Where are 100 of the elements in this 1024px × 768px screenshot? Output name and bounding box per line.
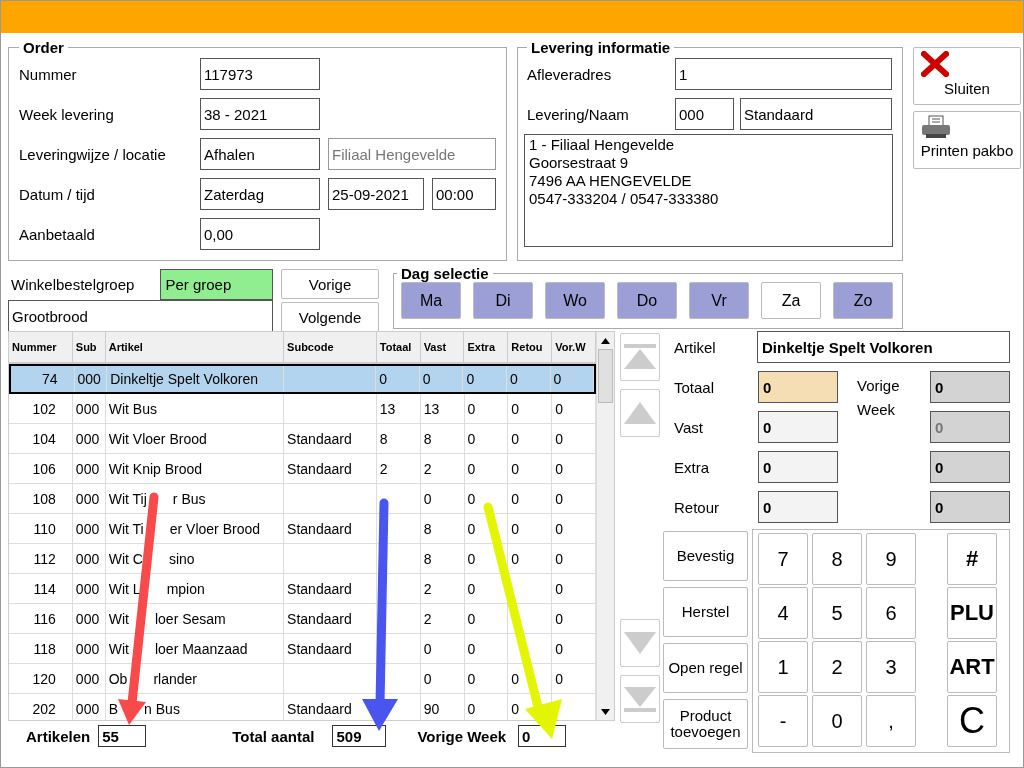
keypad-key[interactable]: PLU	[947, 587, 997, 639]
table-cell: 8	[420, 514, 465, 543]
day-toggle[interactable]: Ma	[401, 282, 461, 319]
keypad-key[interactable]: 0	[812, 695, 862, 747]
input-field[interactable]: 38 - 2021	[200, 98, 320, 130]
table-cell: 110	[9, 514, 73, 543]
input-field[interactable]: Standaard	[740, 98, 892, 130]
quantity-field[interactable]: 0	[758, 411, 838, 443]
input-field[interactable]: Zaterdag	[200, 178, 320, 210]
table-cell: Standaard	[284, 634, 377, 663]
keypad-key[interactable]: 5	[812, 587, 862, 639]
previous-week-field: 0	[930, 491, 1010, 523]
keypad-key[interactable]: 1	[758, 641, 808, 693]
field-label: Vast	[673, 418, 704, 436]
table-cell: Wit Vloer Brood	[105, 424, 285, 453]
input-field[interactable]: 25-09-2021	[328, 178, 424, 210]
input-field[interactable]: 0,00	[200, 218, 320, 250]
table-cell: 118	[9, 634, 73, 663]
table-cell: Standaard	[284, 514, 377, 543]
close-button[interactable]: Sluiten	[913, 47, 1021, 105]
table-row[interactable]: 74 000 Dinkeltje Spelt Volkoren 0 0 0 0 0	[9, 364, 597, 394]
input-field[interactable]: Afhalen	[200, 138, 320, 170]
column-header[interactable]: Sub	[72, 332, 106, 362]
table-cell: Standaard	[284, 454, 377, 483]
column-header[interactable]: Artikel	[105, 332, 285, 362]
day-toggle[interactable]: Wo	[545, 282, 605, 319]
scrollbar-thumb[interactable]	[598, 349, 613, 403]
keypad-key[interactable]: 3	[866, 641, 916, 693]
table-cell: 0	[464, 574, 509, 603]
table-cell: 000	[72, 544, 106, 573]
table-cell: 0	[508, 514, 553, 543]
table-cell: 000	[72, 604, 106, 633]
table-cell: 116	[9, 604, 73, 633]
table-row[interactable]: 112 000 Wit C sino 8 0 0 0	[9, 544, 597, 574]
scrollbar[interactable]	[596, 332, 614, 720]
day-toggle[interactable]: Zo	[833, 282, 893, 319]
next-button[interactable]: Volgende	[281, 302, 379, 332]
table-cell: Wit loer Maanzaad	[105, 634, 285, 663]
action-button[interactable]: Open regel	[663, 643, 748, 693]
table-row[interactable]: 108 000 Wit Tij r Bus 0 0 0 0	[9, 484, 597, 514]
keypad-key[interactable]: -	[758, 695, 808, 747]
keypad-key[interactable]: 2	[812, 641, 862, 693]
input-field[interactable]: 1	[675, 58, 892, 90]
input-field[interactable]: 000	[675, 98, 734, 130]
keypad-key[interactable]: 6	[866, 587, 916, 639]
column-header[interactable]: Nummer	[9, 332, 73, 362]
previous-week-field: 0	[930, 411, 1010, 443]
table-cell: 2	[420, 604, 465, 633]
print-button[interactable]: Printen pakbo	[913, 111, 1021, 169]
table-cell: 0	[506, 366, 551, 392]
day-toggle[interactable]: Vr	[689, 282, 749, 319]
quantity-field[interactable]: 0	[758, 451, 838, 483]
table-cell: 000	[72, 664, 106, 693]
action-button[interactable]: Bevestig	[663, 531, 748, 581]
keypad-key[interactable]: 9	[866, 533, 916, 585]
last-row-button[interactable]	[620, 675, 660, 723]
previous-week-label: Vorige Week	[857, 376, 901, 420]
keypad-key[interactable]: 7	[758, 533, 808, 585]
total-label: Vorige Week	[417, 727, 507, 745]
keypad-key[interactable]: 4	[758, 587, 808, 639]
table-row[interactable]: 106 000 Wit Knip Brood Standaard 2 2 0 0 0	[9, 454, 597, 484]
quantity-field[interactable]: 0	[758, 371, 838, 403]
input-field[interactable]: 117973	[200, 58, 320, 90]
day-toggle[interactable]: Za	[761, 282, 821, 319]
input-field[interactable]: 00:00	[432, 178, 496, 210]
day-toggle[interactable]: Di	[473, 282, 533, 319]
first-row-button[interactable]	[620, 333, 660, 381]
table-cell: 0	[508, 394, 553, 423]
table-row[interactable]: 118 000 Wit loer Maanzaad Standaard 0 0 0	[9, 634, 597, 664]
column-header[interactable]: Retou	[508, 332, 553, 362]
action-button[interactable]: Herstel	[663, 587, 748, 637]
group-mode-field[interactable]: Per groep	[160, 269, 273, 300]
table-cell: Standaard	[284, 574, 377, 603]
article-field[interactable]: Dinkeltje Spelt Volkoren	[757, 331, 1010, 363]
table-row[interactable]: 116 000 Wit loer Sesam Standaard 2 0 0	[9, 604, 597, 634]
previous-button[interactable]: Vorige	[281, 269, 379, 299]
action-button[interactable]: Product toevoegen	[663, 699, 748, 749]
keypad-key[interactable]: ART	[947, 641, 997, 693]
column-header[interactable]: Extra	[464, 332, 509, 362]
table-cell: 000	[72, 394, 106, 423]
table-row[interactable]: 114 000 Wit L mpion Standaard 2 0 0	[9, 574, 597, 604]
next-row-button[interactable]	[620, 619, 660, 667]
previous-row-button[interactable]	[620, 389, 660, 437]
table-row[interactable]: 120 000 Ob rlander 0 0 0 0	[9, 664, 597, 694]
table-row[interactable]: 110 000 Wit Ti er Vloer Brood Standaard 8 0 0 0	[9, 514, 597, 544]
table-cell: 13	[376, 394, 421, 423]
keypad-key[interactable]: ,	[866, 695, 916, 747]
close-icon	[921, 51, 949, 77]
column-header[interactable]: Totaal	[376, 332, 421, 362]
address-box[interactable]: 1 - Filiaal Hengevelde Goorsestraat 9 7496 AA HENGEVELDE 0547-333204 / 0547-333380	[524, 134, 893, 247]
table-cell: Wit Tij r Bus	[105, 484, 285, 513]
table-row[interactable]: 104 000 Wit Vloer Brood Standaard 8 8 0 0 0	[9, 424, 597, 454]
keypad-key[interactable]: C	[947, 695, 997, 747]
keypad-key[interactable]: #	[947, 533, 997, 585]
column-header[interactable]: Subcode	[284, 332, 377, 362]
table-row[interactable]: 102 000 Wit Bus 13 13 0 0 0	[9, 394, 597, 424]
column-header[interactable]: Vast	[420, 332, 465, 362]
quantity-field[interactable]: 0	[758, 491, 838, 523]
keypad-key[interactable]: 8	[812, 533, 862, 585]
day-toggle[interactable]: Do	[617, 282, 677, 319]
